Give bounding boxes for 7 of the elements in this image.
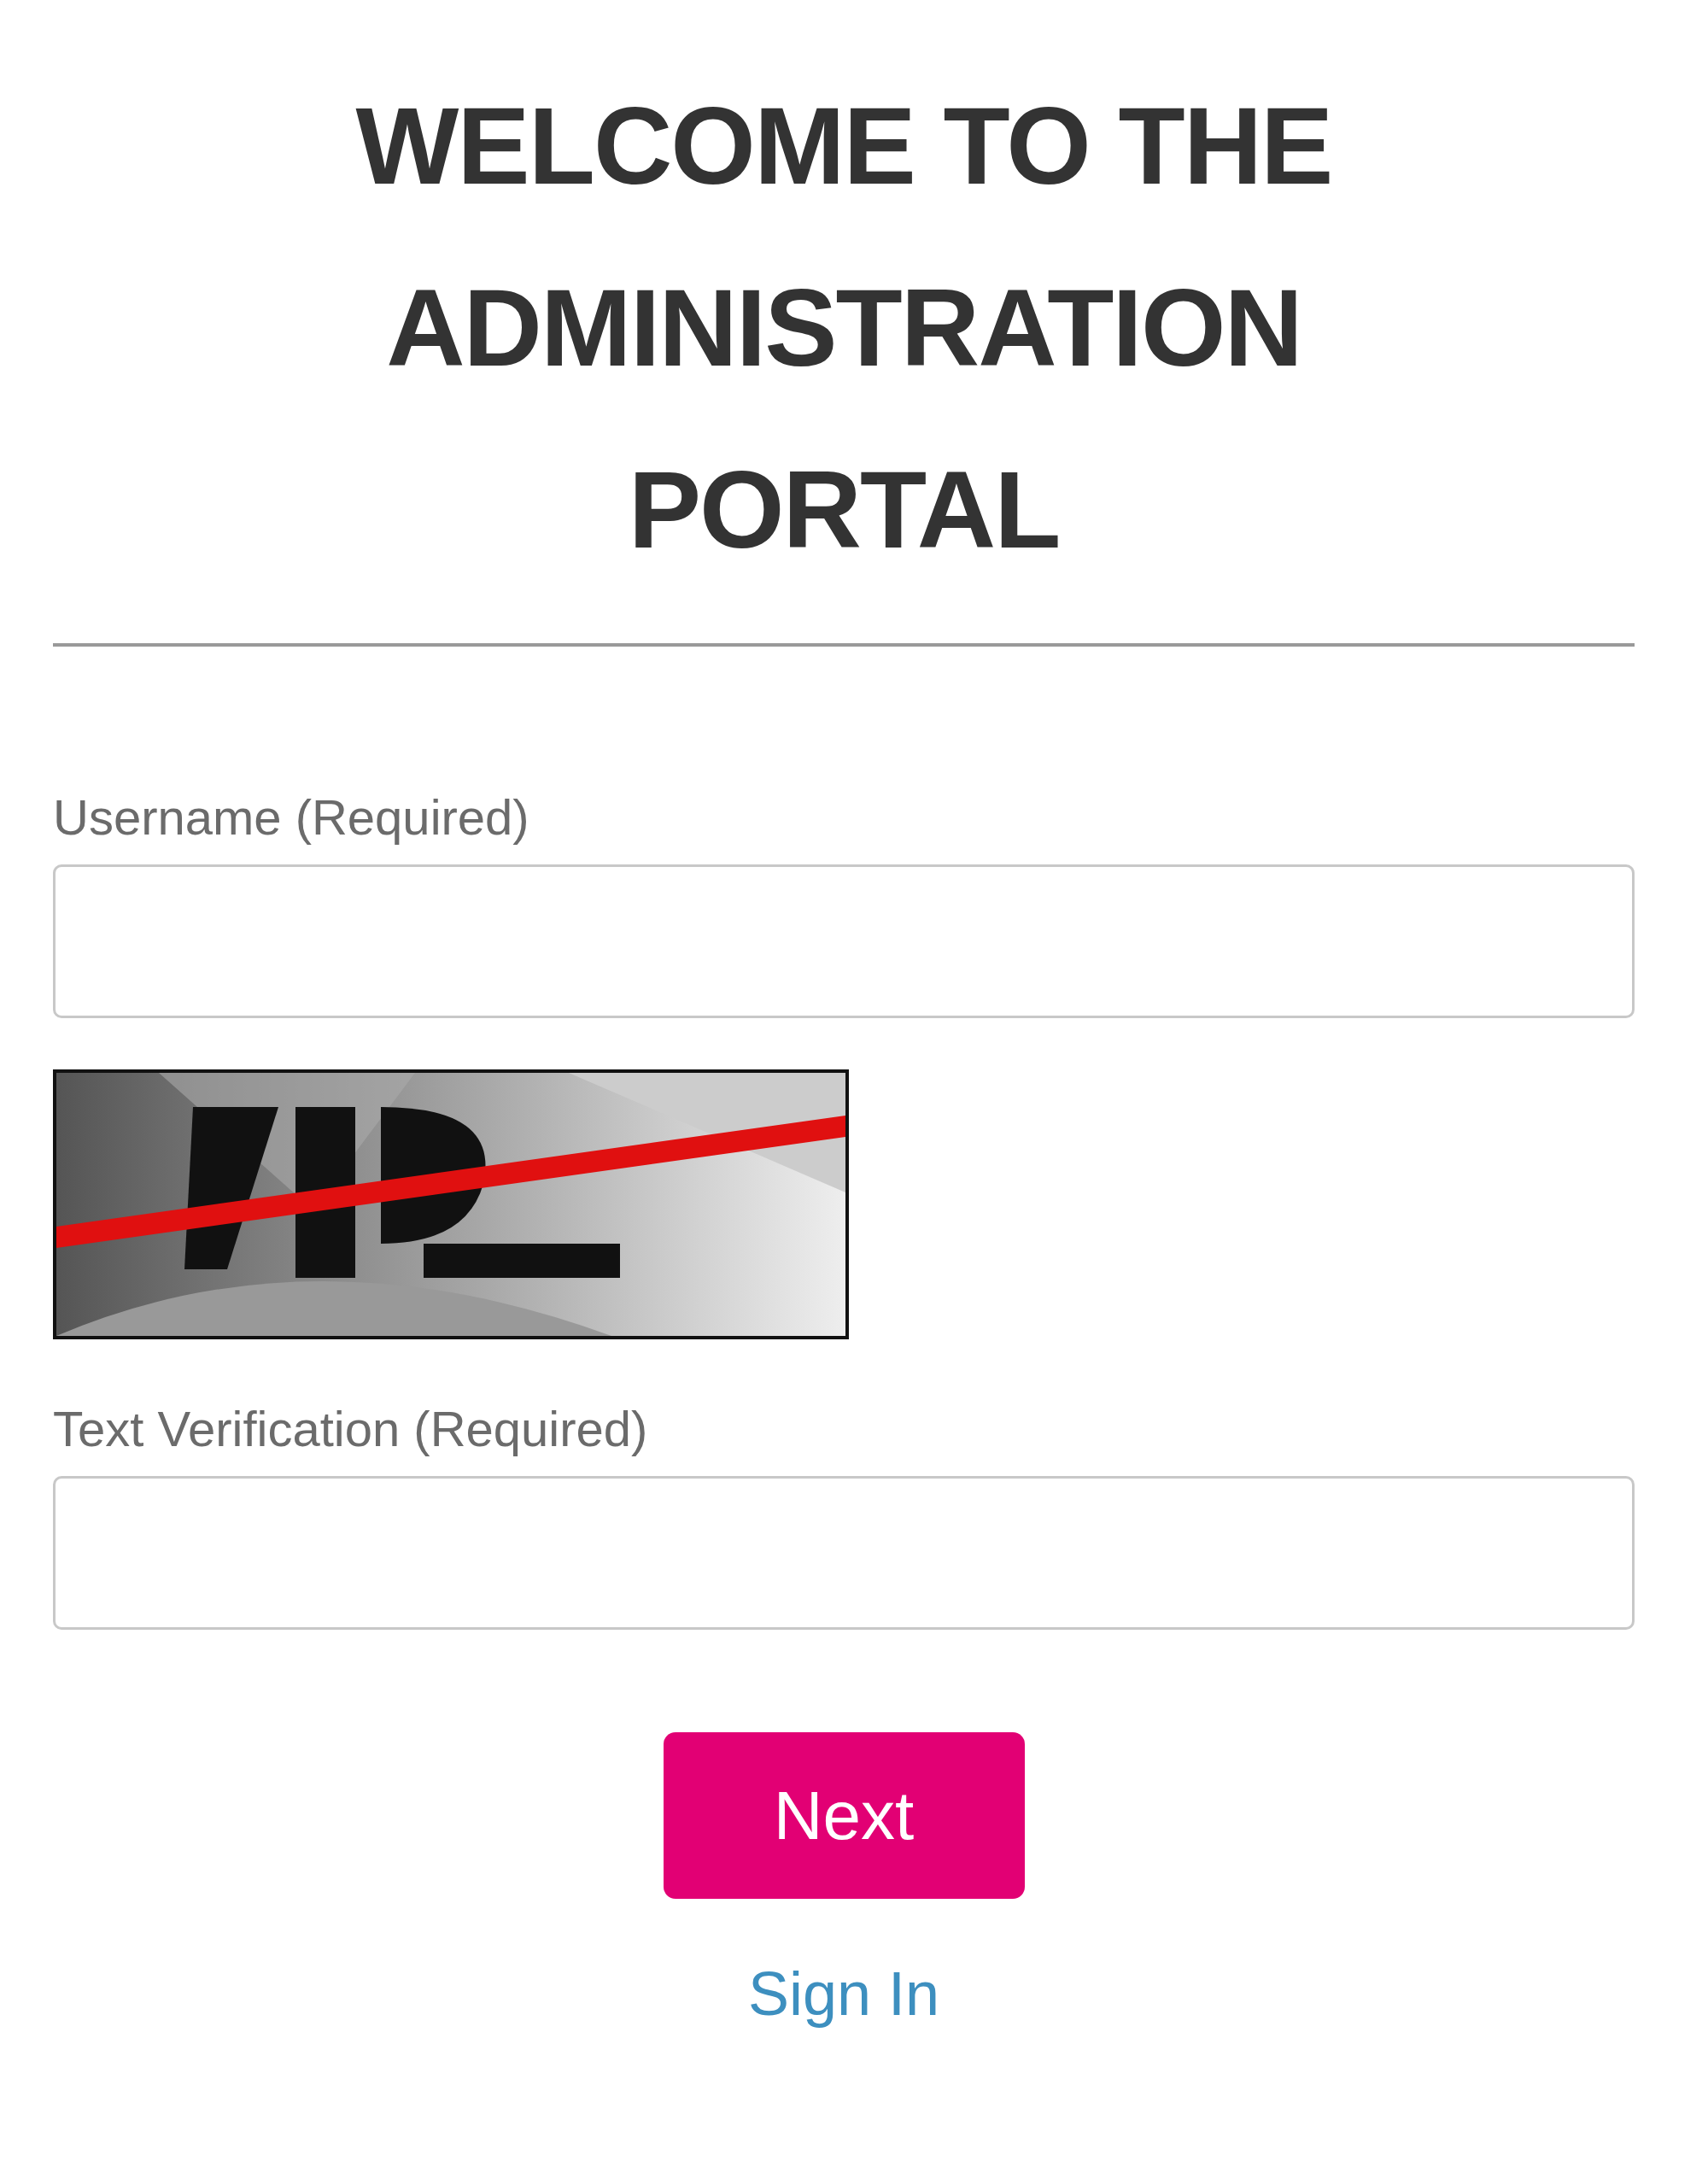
page-title: WELCOME TO THE ADMINISTRATION PORTAL xyxy=(354,84,1333,572)
input-field[interactable] xyxy=(53,864,1635,1018)
sign-in-link[interactable]: Sign In xyxy=(747,1959,940,2029)
field-label: Text Verification (Required) xyxy=(53,1400,649,1458)
next-button[interactable]: Next xyxy=(663,1732,1025,1899)
field-label: Username (Required) xyxy=(53,788,530,846)
input-field[interactable] xyxy=(53,1476,1635,1630)
